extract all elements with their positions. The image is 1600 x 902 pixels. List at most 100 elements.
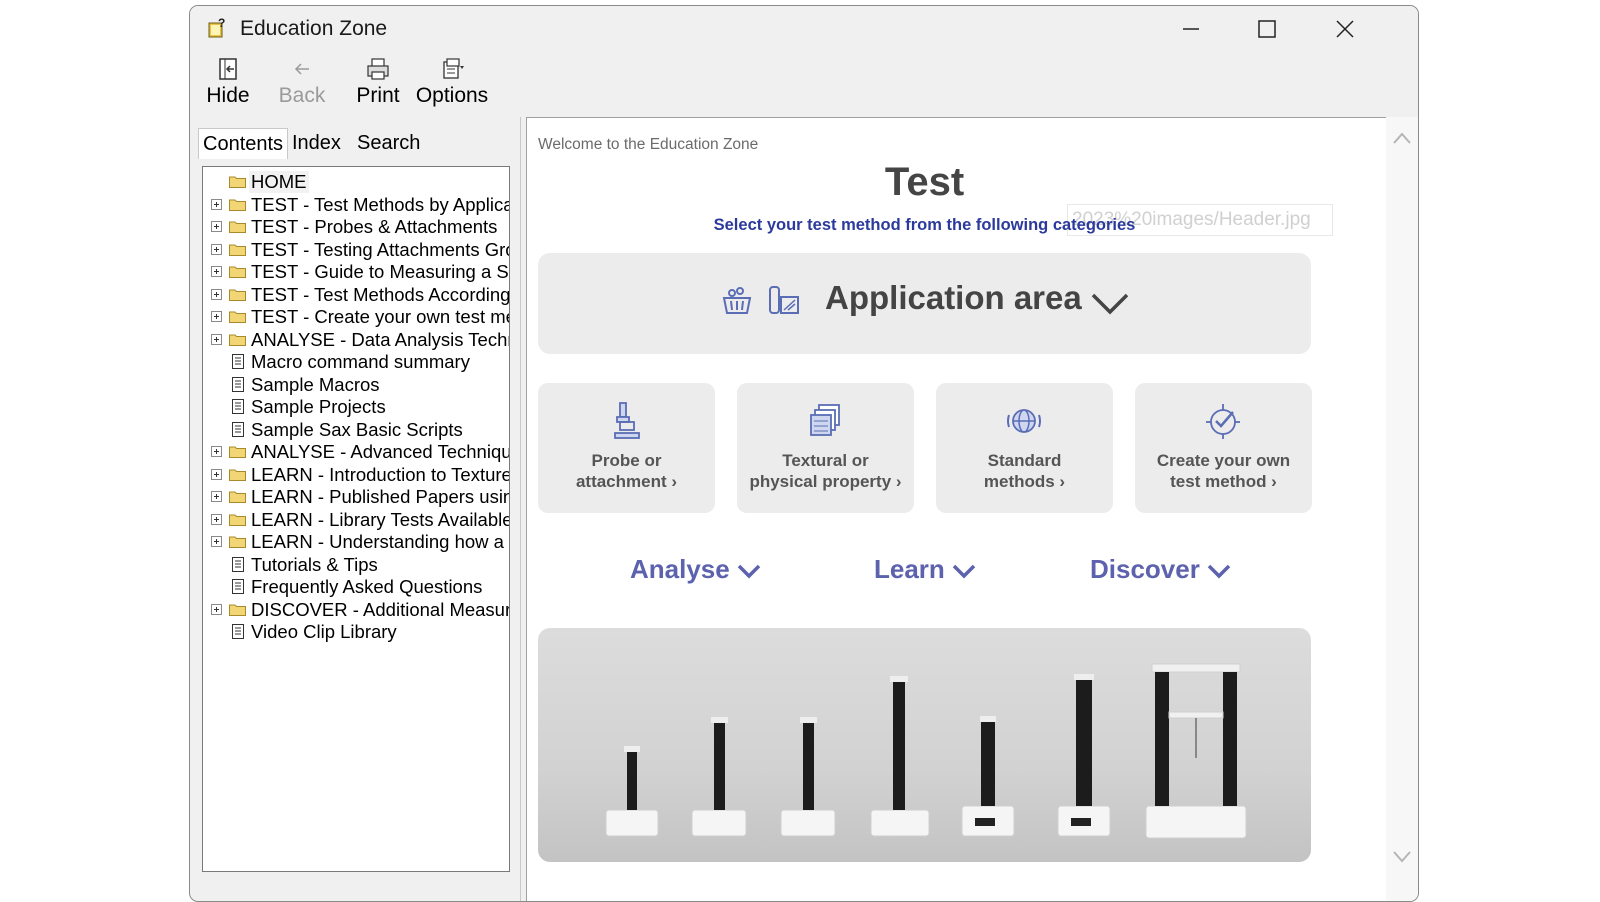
expand-icon[interactable] xyxy=(211,221,222,232)
tree-item[interactable]: ANALYSE - Data Analysis Techni xyxy=(203,329,509,352)
help-book-icon: ? xyxy=(208,17,225,38)
folder-icon xyxy=(229,469,246,481)
folder-icon xyxy=(229,446,246,458)
folder-icon xyxy=(229,176,246,188)
folder-icon xyxy=(229,536,246,548)
basket-icon xyxy=(722,287,752,314)
card-probe-attachment[interactable]: Probe or attachment › xyxy=(538,383,715,513)
tree-item-label: Sample Sax Basic Scripts xyxy=(251,418,463,440)
tree-item[interactable]: HOME xyxy=(203,171,509,194)
expand-icon[interactable] xyxy=(211,446,222,457)
contents-tree: HOME TEST - Test Methods by Applicati TEST… xyxy=(202,166,510,872)
document-icon xyxy=(232,579,244,594)
scroll-up-icon[interactable] xyxy=(1392,131,1412,145)
learn-dropdown[interactable]: Learn xyxy=(874,554,977,585)
welcome-text: Welcome to the Education Zone xyxy=(538,136,759,153)
tab-index[interactable]: Index xyxy=(288,128,345,158)
document-icon xyxy=(232,556,244,572)
tree-list: HOME TEST - Test Methods by Applicati TEST… xyxy=(203,171,509,644)
tree-item[interactable]: DISCOVER - Additional Measure xyxy=(203,599,509,622)
document-icon xyxy=(232,624,244,639)
tree-item[interactable]: Sample Macros xyxy=(203,374,509,397)
expand-icon[interactable] xyxy=(211,198,222,210)
check-target-icon xyxy=(1206,404,1240,439)
tree-item-label: Macro command summary xyxy=(251,351,470,372)
tree-item[interactable]: TEST - Test Methods According t xyxy=(203,284,509,307)
expand-icon[interactable] xyxy=(211,536,222,547)
folder-icon xyxy=(229,289,246,301)
back-button[interactable]: Back xyxy=(274,52,330,112)
tree-item-label: ANALYSE - Advanced Technique xyxy=(251,441,510,462)
tree-item-label: Sample Macros xyxy=(251,373,380,395)
tree-item-label: TEST - Create your own test meth xyxy=(251,306,510,327)
tree-item-label: LEARN - Understanding how a Te xyxy=(251,531,510,552)
expand-icon[interactable] xyxy=(211,603,222,615)
tree-item[interactable]: LEARN - Introduction to Texture A xyxy=(203,464,509,487)
card-standard-methods[interactable]: Standard methods › xyxy=(936,383,1113,513)
folder-icon xyxy=(229,491,246,503)
tree-item[interactable]: TEST - Test Methods by Applicati xyxy=(203,194,509,217)
card-create-own-method[interactable]: Create your own test method › xyxy=(1135,383,1312,513)
minimize-button[interactable] xyxy=(1156,6,1226,50)
scroll-down-icon[interactable] xyxy=(1392,850,1412,864)
close-button[interactable] xyxy=(1310,6,1380,50)
probe-icon xyxy=(614,402,640,439)
folder-icon xyxy=(229,514,246,526)
category-cards: Probe or attachment › Textural or physical… xyxy=(538,383,1312,513)
tree-item-label: TEST - Guide to Measuring a Spe xyxy=(251,261,510,282)
document-icon xyxy=(232,354,244,369)
window-title: Education Zone xyxy=(240,17,388,40)
expand-icon[interactable] xyxy=(211,468,222,480)
texture-analyser-machines-image xyxy=(605,663,1247,839)
expand-icon[interactable] xyxy=(211,311,222,322)
tree-item[interactable]: Sample Sax Basic Scripts xyxy=(203,419,509,442)
tree-item[interactable]: ANALYSE - Advanced Technique xyxy=(203,441,509,464)
hide-button[interactable]: Hide xyxy=(200,52,256,112)
folder-icon xyxy=(229,221,246,233)
tree-item-label: TEST - Test Methods by Applicati xyxy=(251,193,510,215)
tree-item[interactable]: LEARN - Library Tests Available xyxy=(203,509,509,532)
tree-item[interactable]: Frequently Asked Questions xyxy=(203,576,509,599)
back-arrow-icon xyxy=(294,63,309,75)
page-title: Test xyxy=(884,160,965,204)
tree-item[interactable]: Sample Projects xyxy=(203,396,509,419)
card-line1: Probe or xyxy=(591,451,662,470)
tree-item[interactable]: TEST - Create your own test meth xyxy=(203,306,509,329)
document-icon xyxy=(232,376,244,392)
tab-search[interactable]: Search xyxy=(353,128,424,158)
analyse-dropdown[interactable]: Analyse xyxy=(630,554,762,585)
vertical-scrollbar[interactable] xyxy=(1386,117,1418,901)
tree-item-label: LEARN - Introduction to Texture A xyxy=(251,463,510,485)
expand-icon[interactable] xyxy=(211,288,222,300)
tab-contents[interactable]: Contents xyxy=(198,128,289,159)
page-subtitle: Select your test method from the followi… xyxy=(713,216,1136,234)
minimize-icon xyxy=(1183,28,1199,30)
tree-item-label: Sample Projects xyxy=(251,396,386,417)
tree-item[interactable]: Macro command summary xyxy=(203,351,509,374)
tree-item[interactable]: LEARN - Published Papers using xyxy=(203,486,509,509)
expand-icon[interactable] xyxy=(211,333,222,345)
maximize-button[interactable] xyxy=(1232,6,1302,50)
hide-pane-icon xyxy=(219,58,237,80)
discover-dropdown[interactable]: Discover xyxy=(1090,554,1232,585)
content-pane: Welcome to the Education Zone Test 2023%… xyxy=(526,117,1387,901)
options-button[interactable]: Options xyxy=(414,52,490,112)
tree-item[interactable]: LEARN - Understanding how a Te xyxy=(203,531,509,554)
expand-icon[interactable] xyxy=(211,513,222,525)
document-icon xyxy=(232,399,244,414)
toolbar: Hide Back Print Options xyxy=(190,52,1418,116)
card-textural-property[interactable]: Textural or physical property › xyxy=(737,383,914,513)
expand-icon[interactable] xyxy=(211,266,222,277)
tree-item[interactable]: Video Clip Library xyxy=(203,621,509,644)
close-icon xyxy=(1336,20,1354,38)
tree-item[interactable]: TEST - Probes & Attachments xyxy=(203,216,509,239)
tree-item[interactable]: TEST - Testing Attachments Grou xyxy=(203,239,509,262)
tree-item-label: TEST - Test Methods According t xyxy=(251,283,510,305)
print-button[interactable]: Print xyxy=(350,52,406,112)
application-area-dropdown[interactable]: Application area xyxy=(538,253,1311,354)
expand-icon[interactable] xyxy=(211,243,222,255)
expand-icon[interactable] xyxy=(211,491,222,502)
tree-item-label: ANALYSE - Data Analysis Techni xyxy=(251,328,510,350)
tree-item[interactable]: Tutorials & Tips xyxy=(203,554,509,577)
tree-item[interactable]: TEST - Guide to Measuring a Spe xyxy=(203,261,509,284)
